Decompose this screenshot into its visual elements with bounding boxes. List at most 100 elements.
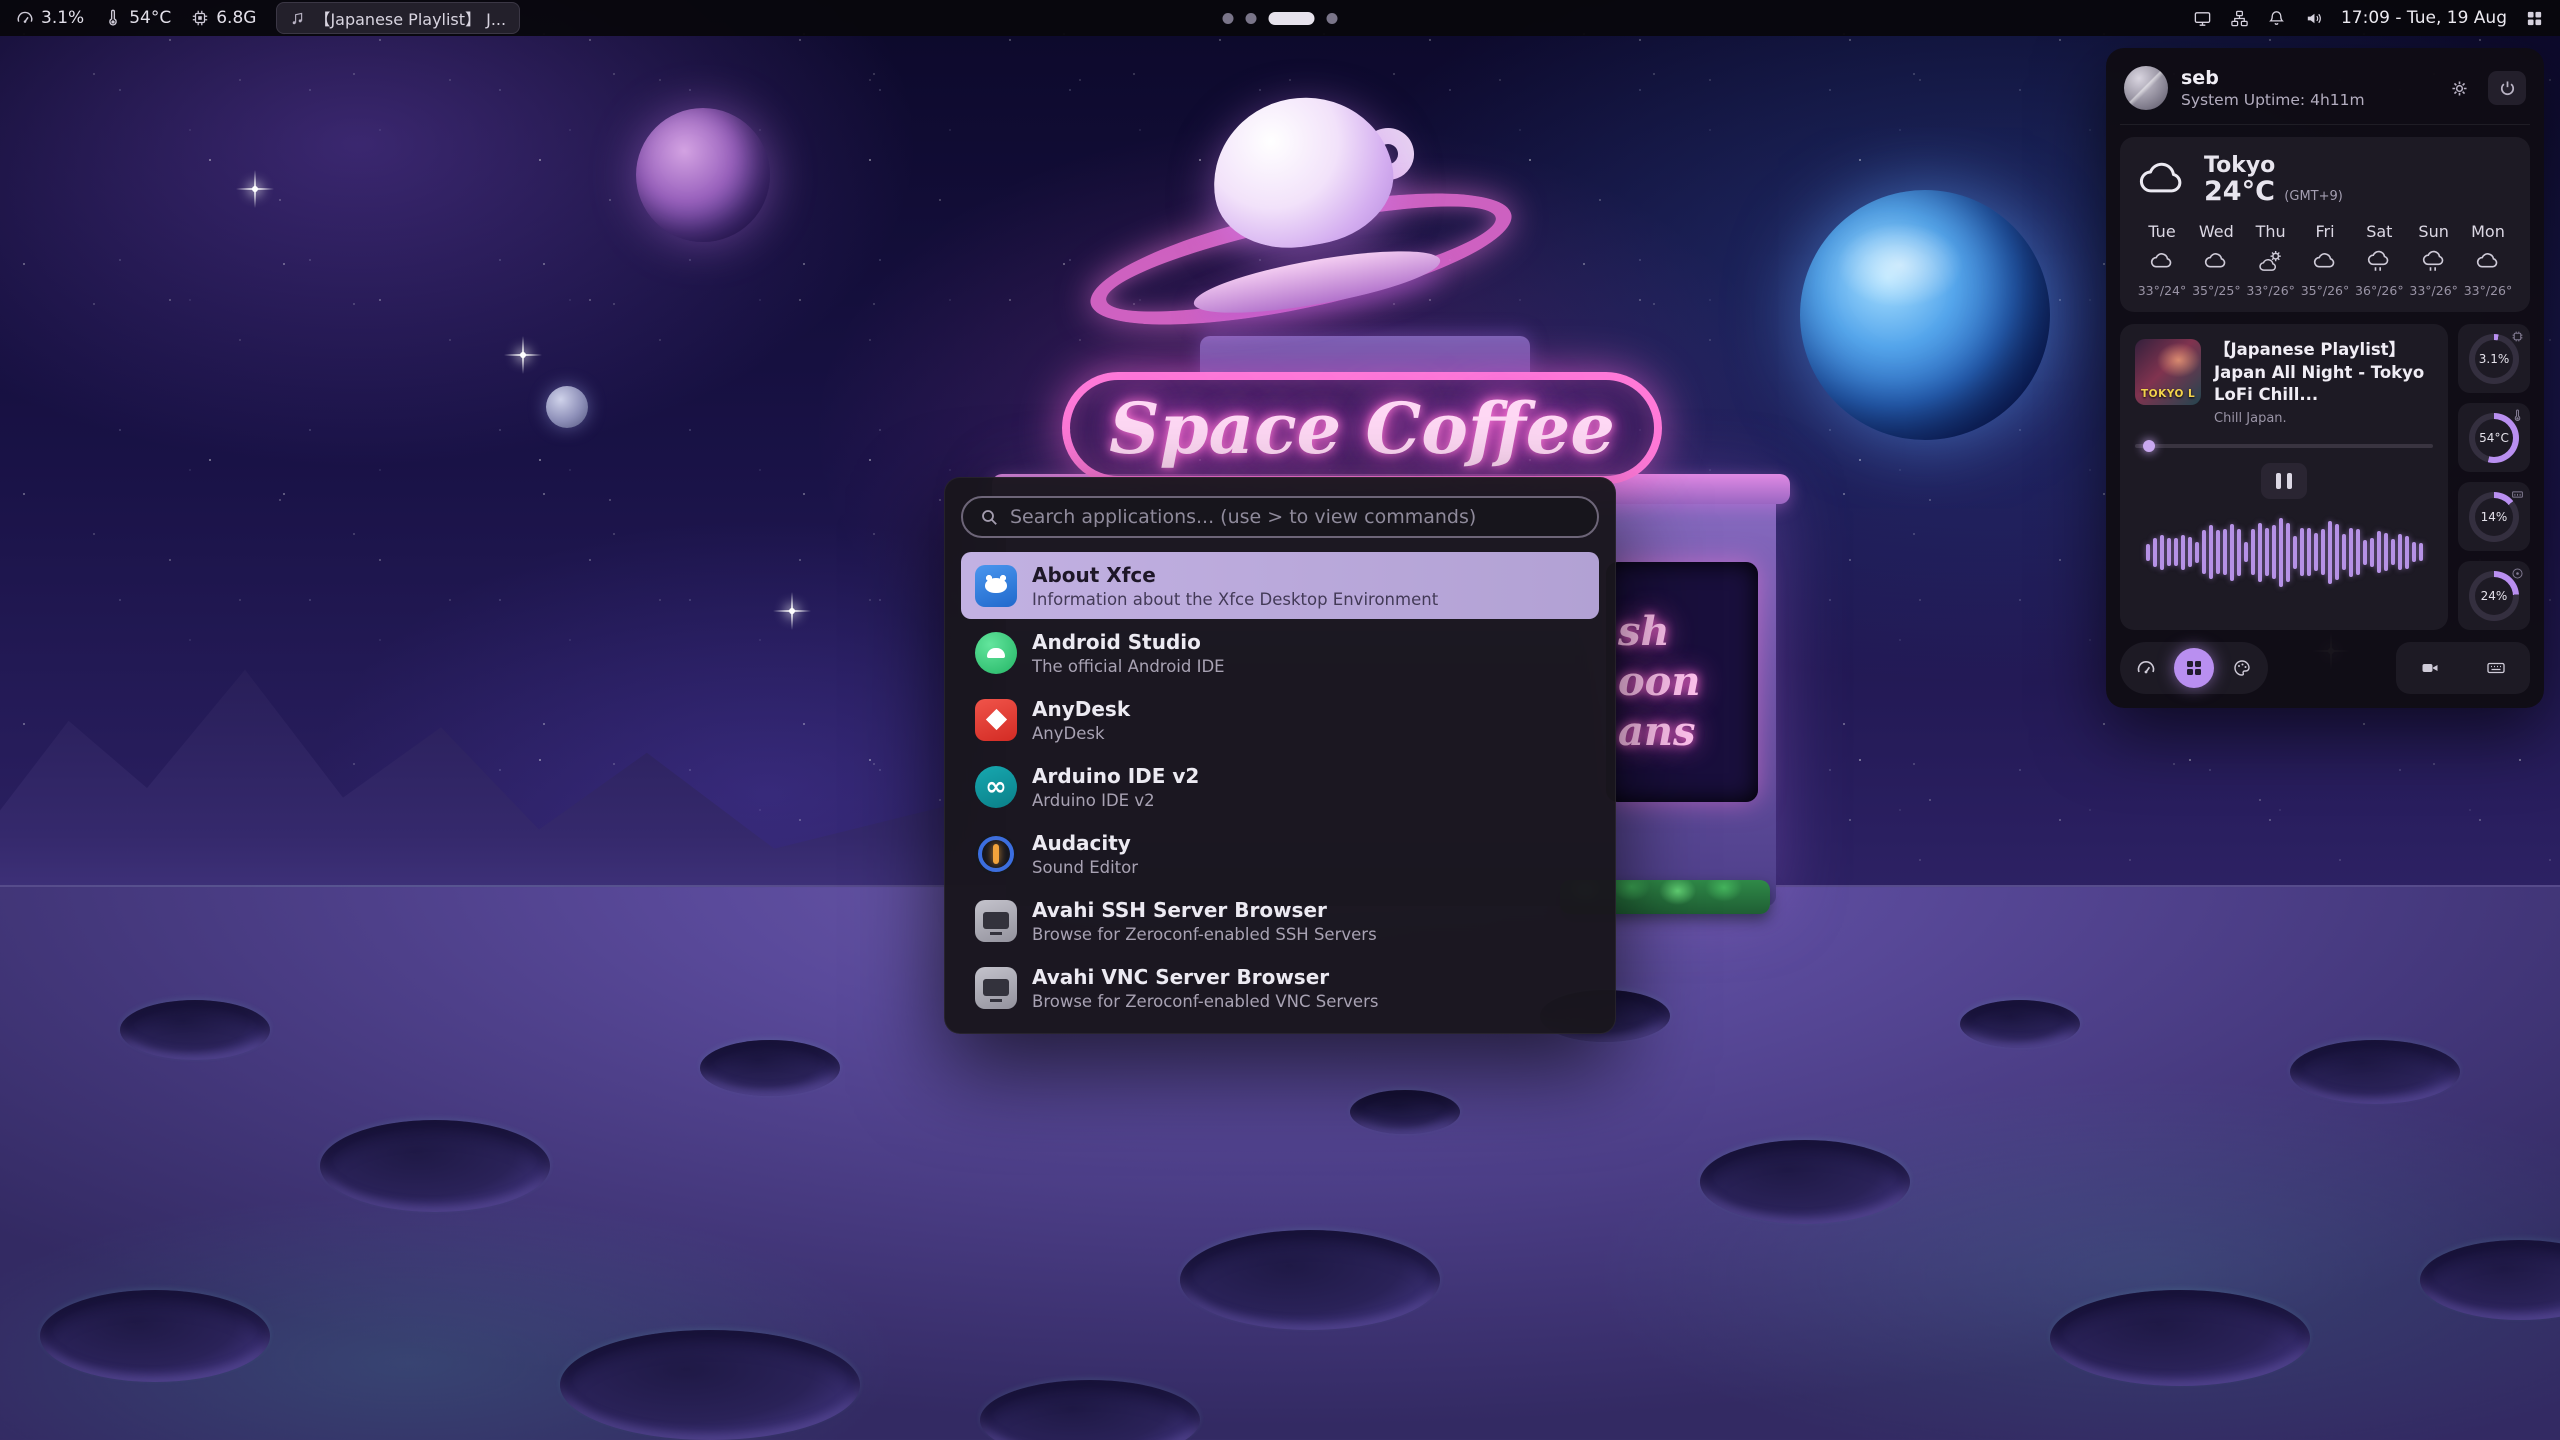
forecast-day: Fri 35°/26°: [2299, 222, 2351, 298]
media-progress-bar[interactable]: [2135, 444, 2433, 448]
app-title: Avahi VNC Server Browser: [1032, 965, 1378, 989]
wallpaper-crater: [1180, 1230, 1440, 1330]
control-panel: seb System Uptime: 4h11m Tokyo 24°C (GMT…: [2106, 48, 2544, 708]
avatar: [2124, 66, 2168, 110]
system-uptime: System Uptime: 4h11m: [2181, 91, 2365, 109]
app-desc: Information about the Xfce Desktop Envir…: [1032, 590, 1438, 609]
workspace-indicator: [1223, 12, 1338, 25]
panel-divider: [2120, 124, 2530, 125]
cafe-window-text: ans: [1618, 710, 1696, 754]
forecast-temps: 36°/26°: [2355, 283, 2404, 298]
screen-record-button[interactable]: [2410, 648, 2450, 688]
launcher-item-arduino-ide[interactable]: Arduino IDE v2 Arduino IDE v2: [961, 753, 1599, 820]
app-title: AnyDesk: [1032, 697, 1130, 721]
memory-indicator[interactable]: 6.8G: [191, 8, 256, 28]
cloud-icon: [2136, 154, 2188, 206]
forecast-day-label: Fri: [2315, 222, 2334, 241]
wallpaper-cafe-window: sh oon ans: [1606, 562, 1758, 802]
weather-temp: 24°C: [2204, 176, 2275, 207]
app-desc: Browse for Zeroconf-enabled VNC Servers: [1032, 992, 1378, 1011]
weather-forecast: Tue 33°/24° Wed 35°/25° Thu 33°/26° Fri …: [2136, 222, 2514, 298]
quick-actions-left: [2120, 642, 2268, 694]
app-grid-icon[interactable]: [2525, 9, 2544, 28]
user-name: seb: [2181, 67, 2365, 89]
media-progress-handle[interactable]: [2143, 440, 2155, 452]
arduino-infinity-icon: [975, 766, 1017, 808]
audacity-icon: [975, 833, 1017, 875]
forecast-day-label: Tue: [2148, 222, 2175, 241]
rain-cloud-icon: [2365, 248, 2393, 276]
wallpaper-crater: [700, 1040, 840, 1096]
wallpaper-crater: [1350, 1090, 1460, 1134]
media-pill-button[interactable]: 【Japanese Playlist】 J...: [276, 2, 520, 34]
pause-button[interactable]: [2261, 463, 2307, 499]
wallpaper-crater: [1960, 1000, 2080, 1048]
topbar-left: 3.1% 54°C 6.8G 【Japanese Playlist】 J...: [16, 2, 520, 34]
media-pill-label: 【Japanese Playlist】 J...: [314, 6, 506, 30]
volume-icon[interactable]: [2304, 9, 2323, 28]
disk-stat-value: 24%: [2475, 577, 2513, 615]
cloud-icon: [2474, 248, 2502, 276]
forecast-day: Wed 35°/25°: [2190, 222, 2242, 298]
wallpaper-purple-planet: [636, 108, 770, 242]
topbar-right: 17:09 - Tue, 19 Aug: [2193, 8, 2544, 28]
bell-icon[interactable]: [2267, 9, 2286, 28]
cpu-usage-value: 3.1%: [41, 8, 84, 28]
forecast-day-label: Thu: [2256, 222, 2286, 241]
power-icon: [2498, 79, 2517, 98]
workspace-dot-1[interactable]: [1223, 13, 1234, 24]
forecast-temps: 33°/26°: [2246, 283, 2295, 298]
temperature-stat-value: 54°C: [2475, 419, 2513, 457]
launcher-results: About Xfce Information about the Xfce De…: [961, 552, 1599, 1021]
workspace-active-pill[interactable]: [1269, 12, 1315, 25]
media-subtitle: Chill Japan.: [2214, 411, 2433, 426]
wallpaper-crater: [2290, 1040, 2460, 1104]
clock[interactable]: 17:09 - Tue, 19 Aug: [2341, 8, 2507, 28]
cpu-temp-indicator[interactable]: 54°C: [104, 8, 171, 28]
wallpaper-saturn-cup: [1100, 92, 1500, 352]
cpu-usage-indicator[interactable]: 3.1%: [16, 8, 84, 28]
cloud-icon: [2202, 248, 2230, 276]
cpu-stat-value: 3.1%: [2475, 340, 2513, 378]
forecast-day: Tue 33°/24°: [2136, 222, 2188, 298]
launcher-item-about-xfce[interactable]: About Xfce Information about the Xfce De…: [961, 552, 1599, 619]
top-bar: 3.1% 54°C 6.8G 【Japanese Playlist】 J... …: [0, 0, 2560, 36]
forecast-temps: 35°/25°: [2192, 283, 2241, 298]
launcher-item-audacity[interactable]: Audacity Sound Editor: [961, 820, 1599, 887]
forecast-temps: 33°/26°: [2409, 283, 2458, 298]
wallpaper-crater: [560, 1330, 860, 1440]
theme-button[interactable]: [2222, 648, 2262, 688]
performance-button[interactable]: [2126, 648, 2166, 688]
launcher-item-avahi-vnc[interactable]: Avahi VNC Server Browser Browse for Zero…: [961, 954, 1599, 1021]
search-icon: [979, 507, 999, 527]
display-icon[interactable]: [2193, 9, 2212, 28]
keyboard-button[interactable]: [2476, 648, 2516, 688]
search-input[interactable]: [1010, 506, 1581, 528]
wallpaper-sparkle: [789, 608, 795, 614]
power-button[interactable]: [2488, 71, 2526, 105]
waveform: [2135, 515, 2433, 589]
app-title: Audacity: [1032, 831, 1138, 855]
network-icon[interactable]: [2230, 9, 2249, 28]
forecast-day-label: Mon: [2471, 222, 2505, 241]
widgets-button[interactable]: [2174, 648, 2214, 688]
cpu-temp-value: 54°C: [129, 8, 171, 28]
workspace-dot-4[interactable]: [1327, 13, 1338, 24]
app-desc: The official Android IDE: [1032, 657, 1225, 676]
thermometer-icon: [2511, 409, 2524, 422]
media-title: 【Japanese Playlist】 Japan All Night - To…: [2214, 339, 2433, 406]
forecast-day-label: Wed: [2199, 222, 2234, 241]
cpu-chip-icon: [2511, 330, 2524, 343]
launcher-item-avahi-ssh[interactable]: Avahi SSH Server Browser Browse for Zero…: [961, 887, 1599, 954]
weather-city: Tokyo: [2204, 153, 2343, 178]
temperature-stat-card: 54°C: [2458, 403, 2530, 472]
system-stats-column: 3.1% 54°C 14% 24%: [2458, 324, 2530, 630]
video-camera-icon: [2420, 658, 2440, 678]
cpu-stat-card: 3.1%: [2458, 324, 2530, 393]
keyboard-icon: [2486, 658, 2506, 678]
memory-stat-card: 14%: [2458, 482, 2530, 551]
settings-button[interactable]: [2440, 71, 2478, 105]
launcher-item-android-studio[interactable]: Android Studio The official Android IDE: [961, 619, 1599, 686]
workspace-dot-2[interactable]: [1246, 13, 1257, 24]
launcher-item-anydesk[interactable]: AnyDesk AnyDesk: [961, 686, 1599, 753]
